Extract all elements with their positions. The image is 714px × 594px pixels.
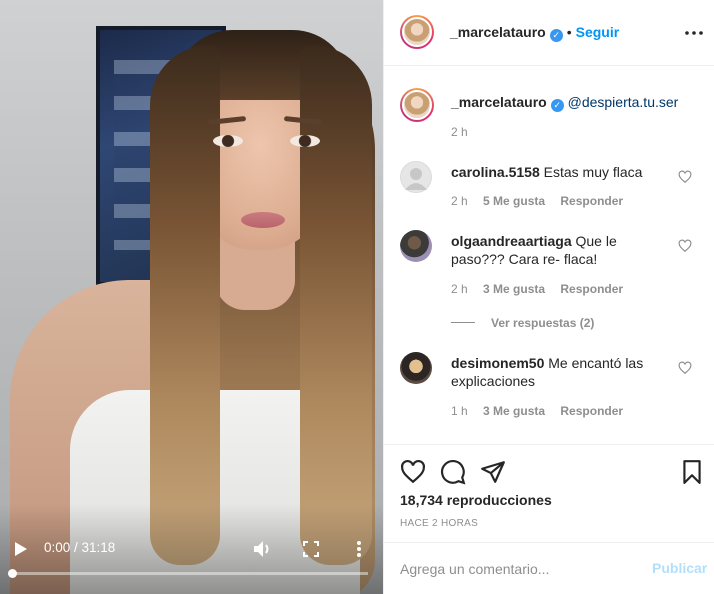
comment-avatar[interactable] <box>400 230 432 262</box>
view-count[interactable]: 18,734 reproducciones <box>400 492 552 508</box>
reply-button[interactable]: Responder <box>560 282 623 296</box>
comment-like-icon[interactable] <box>678 170 692 184</box>
header-user-line: _marcelatauro ✓ • Seguir <box>450 24 619 42</box>
video-progress-knob[interactable] <box>8 569 17 578</box>
fullscreen-icon <box>303 541 319 557</box>
caption: _marcelatauro ✓ @despierta.tu.ser <box>451 94 678 112</box>
volume-icon <box>254 541 269 557</box>
video-progress-bar[interactable] <box>8 569 368 578</box>
comment-like-icon[interactable] <box>678 361 692 375</box>
post-panel: _marcelatauro ✓ • Seguir _marcelatauro ✓ @de… <box>383 0 714 594</box>
comment-text: olgaandreaartiaga Que le paso??? Cara re… <box>451 232 651 268</box>
verified-icon: ✓ <box>549 29 563 42</box>
comment-composer: Publicar <box>384 542 714 594</box>
verified-icon: ✓ <box>550 99 564 112</box>
reply-button[interactable]: Responder <box>560 404 623 418</box>
comment-icon[interactable] <box>440 459 466 485</box>
comment-meta: 2 h 5 Me gusta Responder <box>451 194 623 208</box>
volume-button[interactable] <box>252 538 274 560</box>
eye-right <box>290 135 320 147</box>
header-username[interactable]: _marcelatauro <box>450 24 546 40</box>
post-timestamp[interactable]: HACE 2 HORAS <box>400 518 478 529</box>
comment-time: 2 h <box>451 194 468 208</box>
video-more-button[interactable] <box>350 538 368 560</box>
avatar[interactable] <box>400 15 434 49</box>
comment-meta: 2 h 3 Me gusta Responder <box>451 282 623 296</box>
comment-likes[interactable]: 3 Me gusta <box>483 282 545 296</box>
more-vertical-icon <box>357 541 361 557</box>
separator-dot: • <box>566 24 572 40</box>
post-button[interactable]: Publicar <box>652 560 707 576</box>
follow-button[interactable]: Seguir <box>576 24 620 40</box>
video-player[interactable]: 0:00 / 31:18 <box>0 0 383 594</box>
default-avatar-icon <box>405 168 427 190</box>
bookmark-icon[interactable] <box>679 459 705 485</box>
comment-likes[interactable]: 5 Me gusta <box>483 194 545 208</box>
comment-username[interactable]: olgaandreaartiaga <box>451 233 572 249</box>
comment-likes[interactable]: 3 Me gusta <box>483 404 545 418</box>
comment-input[interactable] <box>400 557 630 581</box>
eye-left <box>213 135 243 147</box>
comment-body: Estas muy flaca <box>543 164 643 180</box>
comments-list[interactable]: _marcelatauro ✓ @despierta.tu.ser 2 h car… <box>384 67 714 444</box>
view-replies-button[interactable]: Ver respuestas (2) <box>491 316 594 330</box>
more-horizontal-icon <box>685 31 703 35</box>
video-controls: 0:00 / 31:18 <box>0 532 383 594</box>
comment-avatar[interactable] <box>400 161 432 193</box>
comment-text: desimonem50 Me encantó las explicaciones <box>451 354 651 390</box>
comment-time: 2 h <box>451 282 468 296</box>
play-button[interactable] <box>10 538 32 560</box>
reply-button[interactable]: Responder <box>560 194 623 208</box>
comment-text: carolina.5158 Estas muy flaca <box>451 163 642 181</box>
view-replies-line <box>451 322 475 323</box>
caption-avatar[interactable] <box>400 88 434 122</box>
caption-mention[interactable]: @despierta.tu.ser <box>568 94 679 110</box>
comment-username[interactable]: desimonem50 <box>451 355 544 371</box>
options-button[interactable] <box>682 24 706 42</box>
fullscreen-button[interactable] <box>300 538 322 560</box>
comment-avatar[interactable] <box>400 352 432 384</box>
caption-username[interactable]: _marcelatauro <box>451 94 547 110</box>
comment-time: 1 h <box>451 404 468 418</box>
lips <box>241 212 285 228</box>
play-icon <box>15 542 27 556</box>
comment-like-icon[interactable] <box>678 239 692 253</box>
heart-icon[interactable] <box>400 459 426 485</box>
comment-meta: 1 h 3 Me gusta Responder <box>451 404 623 418</box>
video-time: 0:00 / 31:18 <box>44 540 116 555</box>
comment-username[interactable]: carolina.5158 <box>451 164 540 180</box>
share-icon[interactable] <box>480 459 506 485</box>
post-actions: 18,734 reproducciones HACE 2 HORAS <box>384 444 714 542</box>
post-header: _marcelatauro ✓ • Seguir <box>384 0 714 66</box>
caption-time: 2 h <box>451 125 468 139</box>
